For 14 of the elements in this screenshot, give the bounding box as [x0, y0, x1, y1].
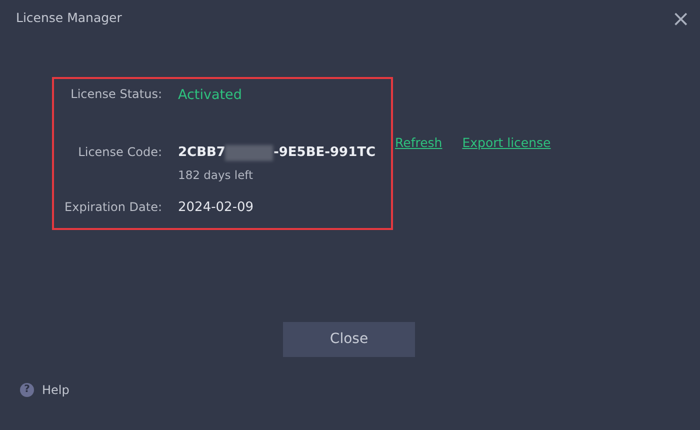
field-label: Expiration Date: [64, 199, 162, 216]
license-code-text: -9E5BE-991TC [273, 144, 376, 162]
window-title: License Manager [16, 9, 122, 27]
help-link[interactable]: Help [42, 380, 70, 398]
export-link[interactable]: Export license [462, 134, 551, 154]
field-label: License Status: [70, 86, 162, 103]
close-button[interactable]: Close [283, 322, 415, 356]
days-left-text: 182 days left [178, 166, 254, 184]
redaction-blur [225, 145, 274, 161]
license-code-text: 2CBB7 [178, 144, 226, 162]
field-label: License Code: [77, 144, 162, 162]
refresh-link[interactable]: Refresh [395, 134, 442, 154]
status-value: Activated [178, 86, 242, 105]
field-value: 2024-02-09 [178, 199, 254, 217]
